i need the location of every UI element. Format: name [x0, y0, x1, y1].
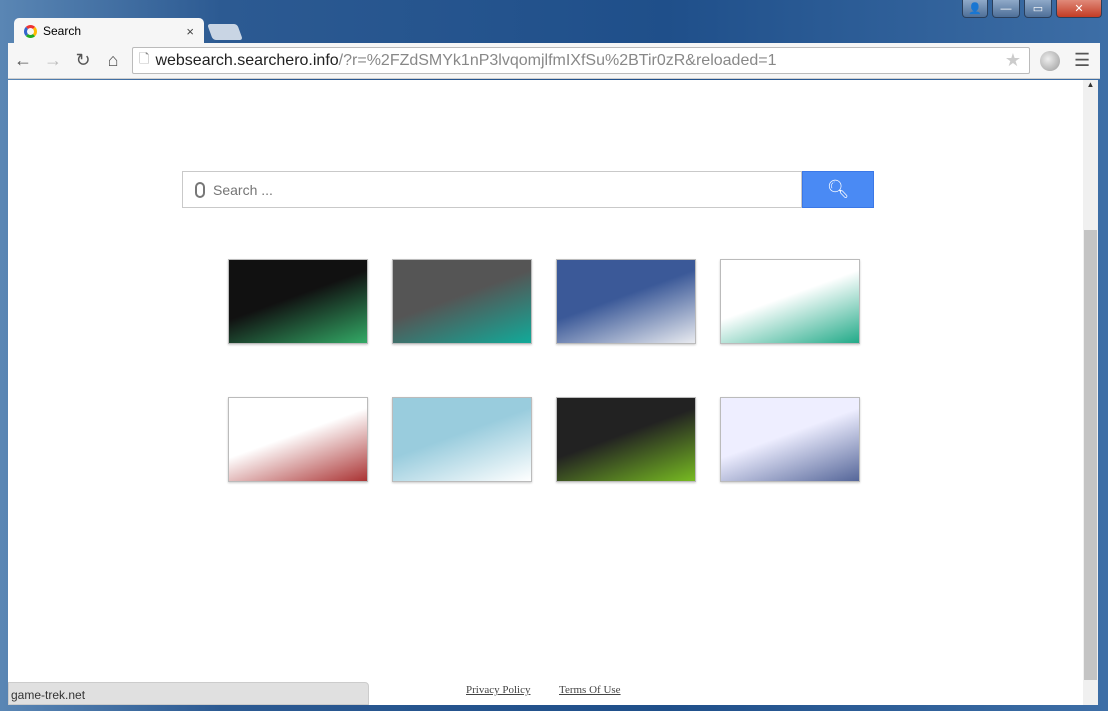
scrollbar-thumb[interactable]	[1084, 230, 1097, 680]
tab-close-icon[interactable]: ×	[186, 24, 194, 39]
thumbnail-photos[interactable]	[720, 397, 860, 482]
toolbar: ← → ↻ ⌂ 🗋 websearch.searchero.info/?r=%2…	[8, 43, 1100, 79]
url-host: websearch.searchero.info	[155, 51, 339, 69]
bookmark-star-icon[interactable]: ★	[1005, 50, 1021, 71]
microphone-icon[interactable]	[195, 181, 205, 198]
thumbnail-news[interactable]	[556, 397, 696, 482]
search-input[interactable]	[213, 181, 773, 198]
favicon-icon	[24, 24, 37, 38]
thumbnail-youtube[interactable]	[228, 397, 368, 482]
user-icon: 👤	[968, 3, 982, 15]
search-button[interactable]: 🔍︎	[802, 171, 874, 208]
privacy-policy-link[interactable]: Privacy Policy	[466, 684, 530, 696]
status-bar: game-trek.net	[8, 682, 369, 705]
thumbnail-facebook[interactable]	[556, 259, 696, 344]
search-icon: 🔍︎	[826, 179, 850, 199]
new-tab-button[interactable]	[207, 24, 243, 40]
url-path: /?r=%2FZdSMYk1nP3lvqomjlfmIXfSu%2BTir0zR…	[338, 51, 777, 69]
thumbnail-ebay[interactable]	[720, 259, 860, 344]
user-button[interactable]: 👤	[962, 0, 988, 18]
address-bar[interactable]: 🗋 websearch.searchero.info/?r=%2FZdSMYk1…	[132, 47, 1030, 74]
terms-of-use-link[interactable]: Terms Of Use	[559, 684, 621, 696]
search-box	[182, 171, 802, 208]
tab-search[interactable]: Search ×	[14, 18, 204, 44]
forward-icon[interactable]: →	[38, 50, 68, 71]
thumbnail-game-trek[interactable]	[228, 259, 368, 344]
globe-icon[interactable]	[1040, 51, 1060, 71]
scroll-up-icon[interactable]: ▲	[1083, 80, 1098, 89]
page-icon: 🗋	[139, 50, 150, 66]
thumbnail-watch[interactable]	[392, 259, 532, 344]
back-icon[interactable]: ←	[8, 50, 38, 71]
page-content: 🔍︎ Privacy Policy Terms Of Use game-trek…	[8, 80, 1083, 705]
home-icon[interactable]: ⌂	[98, 50, 128, 71]
maximize-button[interactable]: ▭	[1024, 0, 1052, 18]
reload-icon[interactable]: ↻	[68, 50, 98, 71]
tab-title: Search	[43, 24, 82, 38]
thumbnail-twitter[interactable]	[392, 397, 532, 482]
window-controls: 👤 — ▭ ✕	[962, 0, 1102, 18]
minimize-button[interactable]: —	[992, 0, 1020, 18]
menu-icon[interactable]: ☰	[1074, 50, 1090, 71]
close-window-button[interactable]: ✕	[1056, 0, 1102, 18]
scrollbar[interactable]: ▲	[1083, 80, 1098, 705]
